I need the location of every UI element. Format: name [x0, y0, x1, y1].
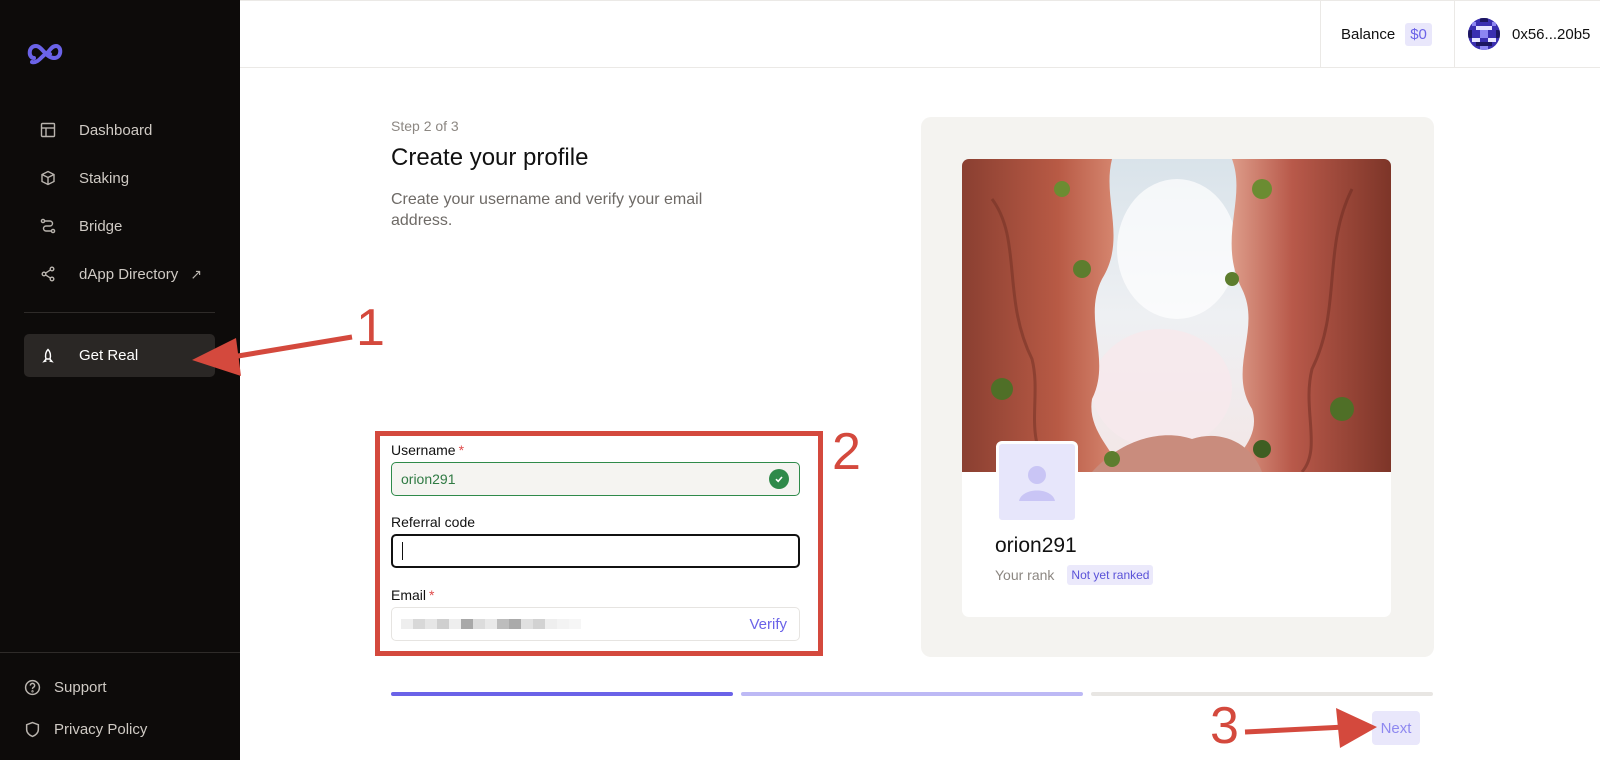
layout-icon	[39, 121, 57, 139]
route-icon	[39, 217, 57, 235]
balance-value: $0	[1405, 22, 1432, 46]
sidebar-item-get-real[interactable]: Get Real	[24, 334, 215, 377]
sidebar: Dashboard Staking Bridge dApp Directory …	[0, 0, 240, 760]
rank-row: Your rank Not yet ranked	[995, 565, 1154, 585]
sidebar-item-bridge[interactable]: Bridge	[24, 206, 215, 246]
next-button[interactable]: Next	[1372, 711, 1420, 745]
profile-preview-card: orion291 Your rank Not yet ranked	[962, 159, 1391, 617]
avatar	[1468, 18, 1500, 50]
progress-step-1	[391, 692, 733, 696]
sidebar-item-dapp-directory[interactable]: dApp Directory ↗	[24, 254, 215, 294]
sidebar-item-label: Get Real	[79, 347, 139, 364]
balance-label: Balance	[1341, 25, 1396, 43]
progress-step-3	[1091, 692, 1433, 696]
sidebar-item-label: Dashboard	[79, 121, 153, 139]
external-link-icon: ↗	[190, 265, 202, 282]
step-indicator: Step 2 of 3	[391, 118, 459, 134]
help-circle-icon	[24, 678, 42, 696]
sidebar-footer-divider	[0, 652, 240, 653]
sidebar-item-label: Support	[54, 678, 107, 696]
sidebar-item-label: Bridge	[79, 217, 123, 235]
annotation-number-3: 3	[1210, 697, 1239, 755]
wallet-account-button[interactable]: 0x56...20b5	[1468, 18, 1590, 50]
app-logo[interactable]	[26, 38, 68, 66]
rank-badge: Not yet ranked	[1067, 565, 1154, 585]
sidebar-item-staking[interactable]: Staking	[24, 158, 215, 198]
rocket-icon	[39, 347, 57, 365]
sidebar-divider	[24, 312, 215, 313]
sidebar-item-support[interactable]: Support	[24, 672, 107, 702]
profile-preview-panel: orion291 Your rank Not yet ranked	[921, 117, 1434, 657]
progress-step-2	[741, 692, 1083, 696]
profile-banner-image	[962, 159, 1391, 474]
page-subtitle: Create your username and verify your ema…	[391, 191, 703, 229]
annotation-number-1: 1	[356, 299, 385, 357]
rank-label: Your rank	[995, 567, 1055, 583]
preview-username: orion291	[995, 534, 1077, 557]
sidebar-item-dashboard[interactable]: Dashboard	[24, 110, 215, 150]
annotation-number-2: 2	[832, 423, 861, 481]
page-title: Create your profile	[391, 144, 589, 171]
sidebar-item-privacy-policy[interactable]: Privacy Policy	[24, 714, 147, 744]
sidebar-item-label: dApp Directory	[79, 265, 179, 283]
sidebar-item-label: Privacy Policy	[54, 720, 148, 738]
wallet-address: 0x56...20b5	[1512, 25, 1591, 43]
share-icon	[39, 265, 57, 283]
profile-avatar-placeholder	[996, 441, 1078, 523]
annotation-box	[375, 431, 823, 656]
sidebar-item-label: Staking	[79, 169, 130, 187]
balance-display: Balance $0	[1320, 0, 1455, 68]
user-icon	[1019, 466, 1055, 501]
shield-icon	[24, 720, 42, 738]
cube-icon	[39, 169, 57, 187]
